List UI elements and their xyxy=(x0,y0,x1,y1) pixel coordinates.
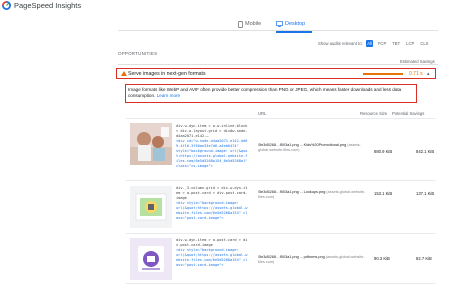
divider xyxy=(118,30,438,31)
resource-url[interactable]: /5e3d5268…f503a1.png …Lookups.png (asset… xyxy=(258,190,378,200)
tab-desktop[interactable]: Desktop xyxy=(276,18,305,30)
filter-chip-lcp[interactable]: LCP xyxy=(405,40,416,47)
audit-filter: Show audits relevant to: All FCP TBT LCP… xyxy=(318,39,430,48)
audit-header[interactable]: Serve images in next-gen formats 0.71 s … xyxy=(116,68,436,79)
tab-mobile-label: Mobile xyxy=(245,21,262,27)
audit-title: Serve images in next-gen formats xyxy=(128,70,206,77)
resource-file: /5e3d5268…f503a1.png …pdforms.png xyxy=(258,255,325,259)
audit-description: Image formats like WebP and AVIF often p… xyxy=(128,87,416,99)
potential-savings: 82.7 KiB xyxy=(416,256,432,261)
audit-savings: 0.71 s xyxy=(409,70,423,77)
phone-icon xyxy=(238,20,243,28)
chevron-up-icon[interactable]: ▴ xyxy=(427,71,430,77)
warning-triangle-icon xyxy=(121,71,127,76)
top-bar: PageSpeed Insights xyxy=(0,0,474,12)
potential-savings: 137.1 KiB xyxy=(416,191,435,196)
section-title: OPPORTUNITIES xyxy=(118,51,158,56)
table-row: div.w-dyn-item > a.w-inline-block > div.… xyxy=(126,119,436,181)
resource-file: /5e3d5268…f503a1.png …Lookups.png xyxy=(258,190,326,194)
tab-active-indicator xyxy=(276,31,312,33)
tab-mobile[interactable]: Mobile xyxy=(238,18,261,30)
element-selector: div.w-dyn-item > a.w-inline-block > div.… xyxy=(176,124,248,138)
element-html-tag: <div id="w-node-d4aa2071-e142-dd69-4f16-… xyxy=(176,139,248,148)
element-selector: div.w-dyn-item > a.post-card > div.post-… xyxy=(176,238,248,247)
monitor-icon xyxy=(276,21,283,27)
table-row: div._3-column-grid > div.w-dyn-item > a.… xyxy=(126,182,436,234)
element-snippet: div.w-dyn-item > a.post-card > div.post-… xyxy=(176,238,248,268)
thumbnail-photo xyxy=(130,123,172,165)
filter-chip-tbt[interactable]: TBT xyxy=(391,40,402,47)
element-html-attr: url(&quot;https://assets-global.website-… xyxy=(176,206,248,220)
element-selector: div._3-column-grid > div.w-dyn-item > a.… xyxy=(176,186,248,200)
resource-url[interactable]: /5e3d5268…f503a1.png …Kids%20Promotional… xyxy=(258,143,378,153)
table-row: div.w-dyn-item > a.post-card > div.post-… xyxy=(126,235,436,284)
resource-url[interactable]: /5e3d5268…f503a1.png …pdforms.png (asset… xyxy=(258,255,378,265)
element-html-attr: url(&quot;https://assets-global.website-… xyxy=(176,253,248,267)
resource-file: /5e3d5268…f503a1.png …Kids%20Promotional… xyxy=(258,143,347,147)
filter-label: Show audits relevant to: xyxy=(318,41,363,46)
savings-bar xyxy=(363,73,403,75)
potential-savings: 842.1 KiB xyxy=(416,149,435,154)
divider xyxy=(118,64,438,65)
image-thumbnail xyxy=(130,123,172,165)
element-snippet: div._3-column-grid > div.w-dyn-item > a.… xyxy=(176,186,248,221)
filter-chip-cls[interactable]: CLS xyxy=(419,40,430,47)
tab-desktop-label: Desktop xyxy=(285,21,306,27)
thumbnail-graphic xyxy=(130,238,172,280)
filter-chip-fcp[interactable]: FCP xyxy=(376,40,387,47)
thumbnail-graphic xyxy=(130,186,172,228)
image-thumbnail xyxy=(130,238,172,280)
app-title: PageSpeed Insights xyxy=(14,1,82,10)
image-thumbnail xyxy=(130,186,172,228)
learn-more-link[interactable]: Learn more xyxy=(157,93,181,98)
column-header-potential-savings: Potential Savings xyxy=(392,111,425,116)
resource-size: 880.9 KiB xyxy=(374,149,393,154)
pagespeed-logo-icon[interactable] xyxy=(2,1,11,10)
element-snippet: div.w-dyn-item > a.w-inline-block > div.… xyxy=(176,124,248,169)
column-header-url: URL xyxy=(258,111,267,116)
resource-size: 153.1 KiB xyxy=(374,191,393,196)
column-header-resource-size: Resource Size xyxy=(360,111,388,116)
element-html-attr: style="background-image: url(&quot;https… xyxy=(176,149,248,168)
audit-description-box: Image formats like WebP and AVIF often p… xyxy=(125,84,417,103)
filter-chip-all[interactable]: All xyxy=(365,40,374,47)
resource-size: 90.3 KiB xyxy=(374,256,390,261)
